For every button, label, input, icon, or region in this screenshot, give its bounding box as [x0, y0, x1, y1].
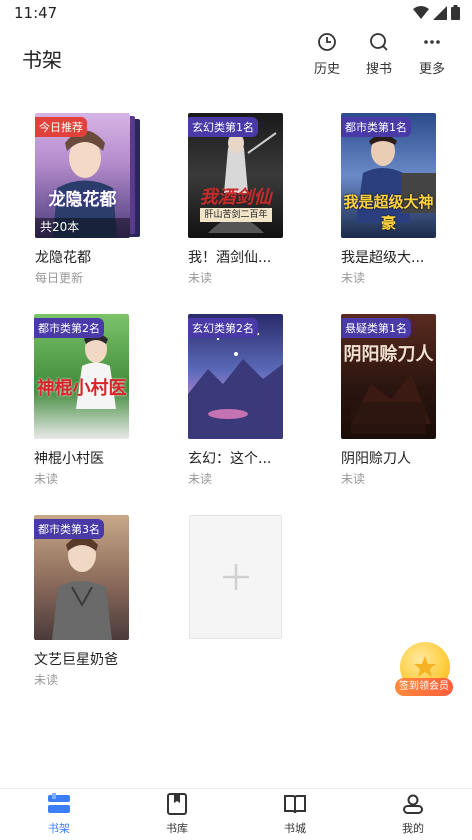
book-status: 未读: [34, 673, 59, 687]
open-book-icon: [284, 795, 306, 814]
signin-vip-button[interactable]: 签到领会员: [395, 642, 457, 700]
book-item-naiba[interactable]: 都市类第3名 文艺巨星奶爸 未读: [34, 515, 154, 690]
add-book-button[interactable]: [189, 515, 282, 639]
cover-title: 阴阳赊刀人: [343, 344, 434, 365]
bookshelf-icon: [48, 793, 70, 813]
more-button[interactable]: 更多: [410, 32, 454, 77]
cover-title: 我酒剑仙: [199, 187, 272, 208]
book-badge: 玄幻类第2名: [188, 318, 258, 338]
book-status: 未读: [34, 472, 59, 486]
book-item-shengun[interactable]: 神棍小村医 都市类第2名 神棍小村医 未读: [34, 314, 154, 489]
cover-title: 神棍小村医: [36, 378, 127, 399]
book-badge: 玄幻类第1名: [188, 117, 258, 137]
book-icon: [167, 793, 187, 815]
book-title: 龙隐花都: [35, 250, 91, 266]
book-item-xuanhuan[interactable]: 玄幻类第2名 玄幻：这个... 未读: [188, 314, 308, 489]
more-icon: [424, 40, 440, 44]
history-button[interactable]: 历史: [305, 32, 349, 77]
collection-count: 共20本: [40, 220, 80, 234]
header: 书架 历史 搜书 更多: [0, 26, 472, 96]
book-status: 未读: [341, 271, 366, 285]
book-badge: 都市类第3名: [34, 519, 104, 539]
plus-icon: [223, 564, 249, 590]
book-badge: 今日推荐: [35, 117, 87, 137]
book-item-yinyang[interactable]: 阴阳赊刀人 悬疑类第1名 阴阳赊刀人 未读: [341, 314, 461, 489]
book-status: 未读: [188, 271, 213, 285]
book-badge: 都市类第1名: [341, 117, 411, 137]
book-title: 我是超级大...: [341, 250, 425, 266]
signal-icon: [433, 5, 447, 20]
tab-library[interactable]: 书库: [147, 793, 207, 836]
book-item-shenhao[interactable]: 我是超级大神豪 都市类第1名 我是超级大... 未读: [341, 113, 461, 288]
book-title: 玄幻：这个...: [188, 451, 272, 467]
status-icons: [413, 5, 460, 20]
book-item-jiujianxian[interactable]: 我酒剑仙 肝山苦剑二百年 玄幻类第1名 我！酒剑仙... 未读: [188, 113, 308, 288]
more-label: 更多: [418, 62, 445, 77]
battery-icon: [451, 5, 460, 20]
tab-label: 书城: [284, 822, 306, 835]
book-badge: 悬疑类第1名: [341, 318, 411, 338]
tab-label: 书架: [48, 822, 70, 835]
book-title: 文艺巨星奶爸: [34, 652, 118, 668]
cover-subtitle: 肝山苦剑二百年: [200, 208, 272, 222]
tab-bookstore[interactable]: 书城: [265, 793, 325, 836]
status-bar: 11:47: [0, 0, 472, 26]
search-label: 搜书: [365, 62, 392, 77]
wifi-icon: [413, 5, 429, 19]
history-label: 历史: [313, 62, 340, 77]
book-status: 未读: [188, 472, 213, 486]
page-title: 书架: [22, 48, 62, 72]
book-status: 每日更新: [35, 271, 84, 285]
book-title: 我！酒剑仙...: [188, 250, 272, 266]
book-item-longyin[interactable]: 龙隐花都 共20本 今日推荐 龙隐花都 每日更新: [35, 113, 155, 288]
book-badge: 都市类第2名: [34, 318, 104, 338]
tab-label: 书库: [166, 822, 188, 835]
search-icon: [370, 33, 388, 51]
book-title: 神棍小村医: [34, 451, 104, 467]
book-status: 未读: [341, 472, 366, 486]
cover-title: 我是超级大神豪: [343, 193, 434, 232]
status-time: 11:47: [14, 4, 58, 22]
cover-title: 龙隐花都: [48, 190, 117, 210]
vip-label: 签到领会员: [395, 678, 453, 696]
tab-profile[interactable]: 我的: [383, 793, 443, 836]
clock-icon: [318, 33, 336, 51]
tab-bookshelf[interactable]: 书架: [29, 793, 89, 836]
bottom-tab-bar: 书架 书库 书城 我的: [0, 788, 472, 840]
user-icon: [403, 794, 423, 814]
book-title: 阴阳赊刀人: [341, 451, 411, 467]
search-button[interactable]: 搜书: [357, 32, 401, 77]
tab-label: 我的: [402, 822, 424, 835]
